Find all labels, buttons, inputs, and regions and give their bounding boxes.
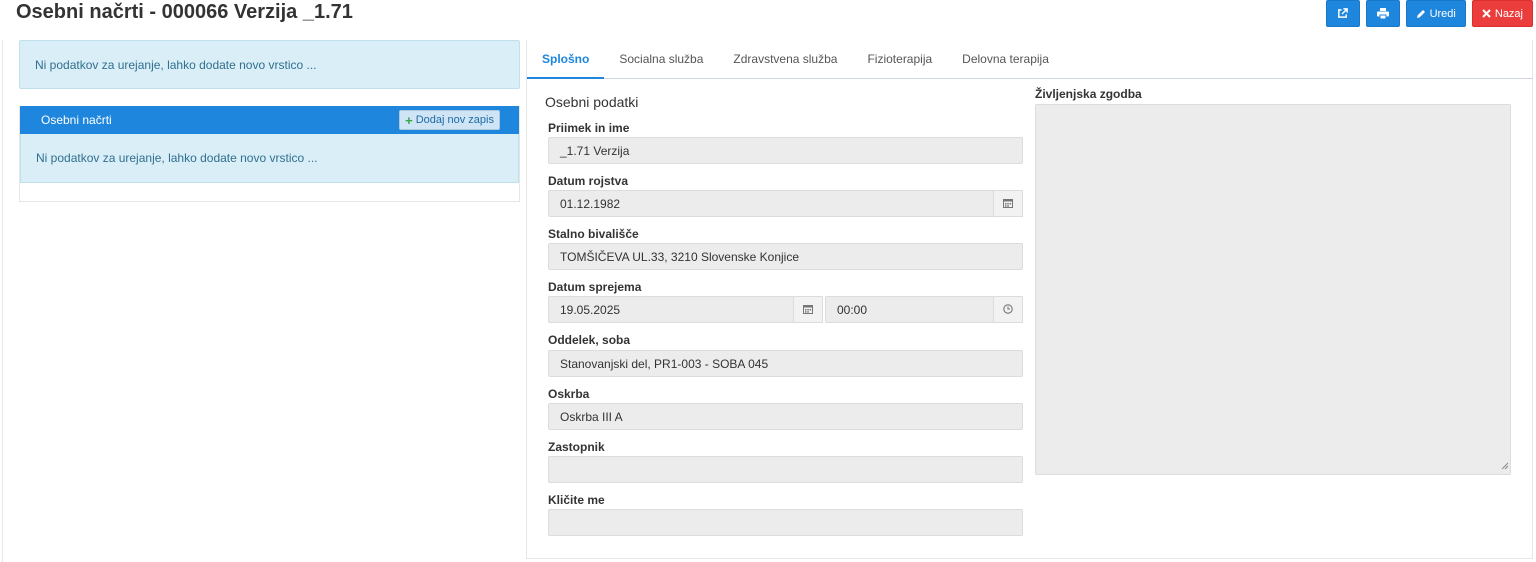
care-level-label: Oskrba	[548, 387, 590, 401]
admission-date-label: Datum sprejema	[548, 280, 642, 294]
tab-occupational-therapy[interactable]: Delovna terapija	[947, 40, 1064, 78]
external-link-icon	[1337, 8, 1348, 19]
left-column: Ni podatkov za urejanje, lahko dodate no…	[19, 40, 520, 202]
name-field[interactable]: _1.71 Verzija	[548, 137, 1023, 164]
admission-date-calendar-button[interactable]	[793, 296, 823, 323]
name-label: Priimek in ime	[548, 121, 630, 135]
call-me-label: Kličite me	[548, 493, 605, 507]
clock-icon	[1003, 303, 1013, 317]
birth-date-label: Datum rojstva	[548, 174, 629, 188]
tab-bar: Splošno Socialna služba Zdravstvena služ…	[527, 40, 1533, 79]
add-record-label: Dodaj nov zapis	[415, 114, 494, 126]
tab-physiotherapy[interactable]: Fizioterapija	[852, 40, 947, 78]
close-icon	[1482, 9, 1491, 18]
print-button[interactable]	[1365, 0, 1400, 27]
admission-date-field[interactable]: 19.05.2025	[548, 296, 794, 323]
life-story-textarea[interactable]	[1035, 104, 1511, 475]
admission-time-field[interactable]: 00:00	[825, 296, 994, 323]
tab-social-service[interactable]: Socialna služba	[604, 40, 718, 78]
edit-button[interactable]: Uredi	[1405, 0, 1466, 27]
panel-header: Osebni načrti + Dodaj nov zapis	[20, 106, 519, 134]
back-button[interactable]: Nazaj	[1471, 0, 1533, 27]
toolbar: Uredi Nazaj	[1325, 0, 1533, 27]
print-icon	[1376, 8, 1389, 19]
calendar-icon	[803, 303, 813, 317]
admission-time-clock-button[interactable]	[993, 296, 1023, 323]
department-room-label: Oddelek, soba	[548, 333, 631, 347]
birth-date-field[interactable]: 01.12.1982	[548, 190, 994, 217]
tab-general[interactable]: Splošno	[527, 40, 605, 79]
call-me-field[interactable]	[548, 509, 1023, 536]
representative-label: Zastopnik	[548, 440, 605, 454]
resize-grip-icon[interactable]	[1501, 459, 1509, 473]
plus-icon: +	[405, 112, 413, 128]
section-title: Osebni podatki	[545, 94, 639, 110]
department-room-field[interactable]: Stanovanjski del, PR1-003 - SOBA 045	[548, 350, 1023, 377]
personal-plans-panel: Osebni načrti + Dodaj nov zapis Ni podat…	[19, 106, 520, 202]
panel-title: Osebni načrti	[41, 113, 112, 127]
address-field[interactable]: TOMŠIČEVA UL.33, 3210 Slovenske Konjice	[548, 243, 1023, 270]
calendar-icon	[1003, 197, 1013, 211]
birth-date-calendar-button[interactable]	[993, 190, 1023, 217]
details-panel: Splošno Socialna služba Zdravstvena služ…	[526, 40, 1533, 559]
page-left-border	[2, 40, 3, 562]
info-message: Ni podatkov za urejanje, lahko dodate no…	[19, 40, 520, 89]
care-level-field[interactable]: Oskrba III A	[548, 403, 1023, 430]
page-title: Osebni načrti - 000066 Verzija _1.71	[16, 1, 353, 23]
life-story-label: Življenjska zgodba	[1035, 87, 1142, 101]
add-record-button[interactable]: + Dodaj nov zapis	[399, 110, 500, 130]
pencil-icon	[1416, 9, 1426, 19]
back-button-label: Nazaj	[1494, 7, 1523, 20]
open-external-button[interactable]	[1325, 0, 1360, 27]
panel-info-message: Ni podatkov za urejanje, lahko dodate no…	[20, 134, 519, 183]
edit-button-label: Uredi	[1429, 7, 1456, 20]
tab-health-service[interactable]: Zdravstvena služba	[718, 40, 852, 78]
representative-field[interactable]	[548, 456, 1023, 483]
address-label: Stalno bivališče	[548, 227, 639, 241]
